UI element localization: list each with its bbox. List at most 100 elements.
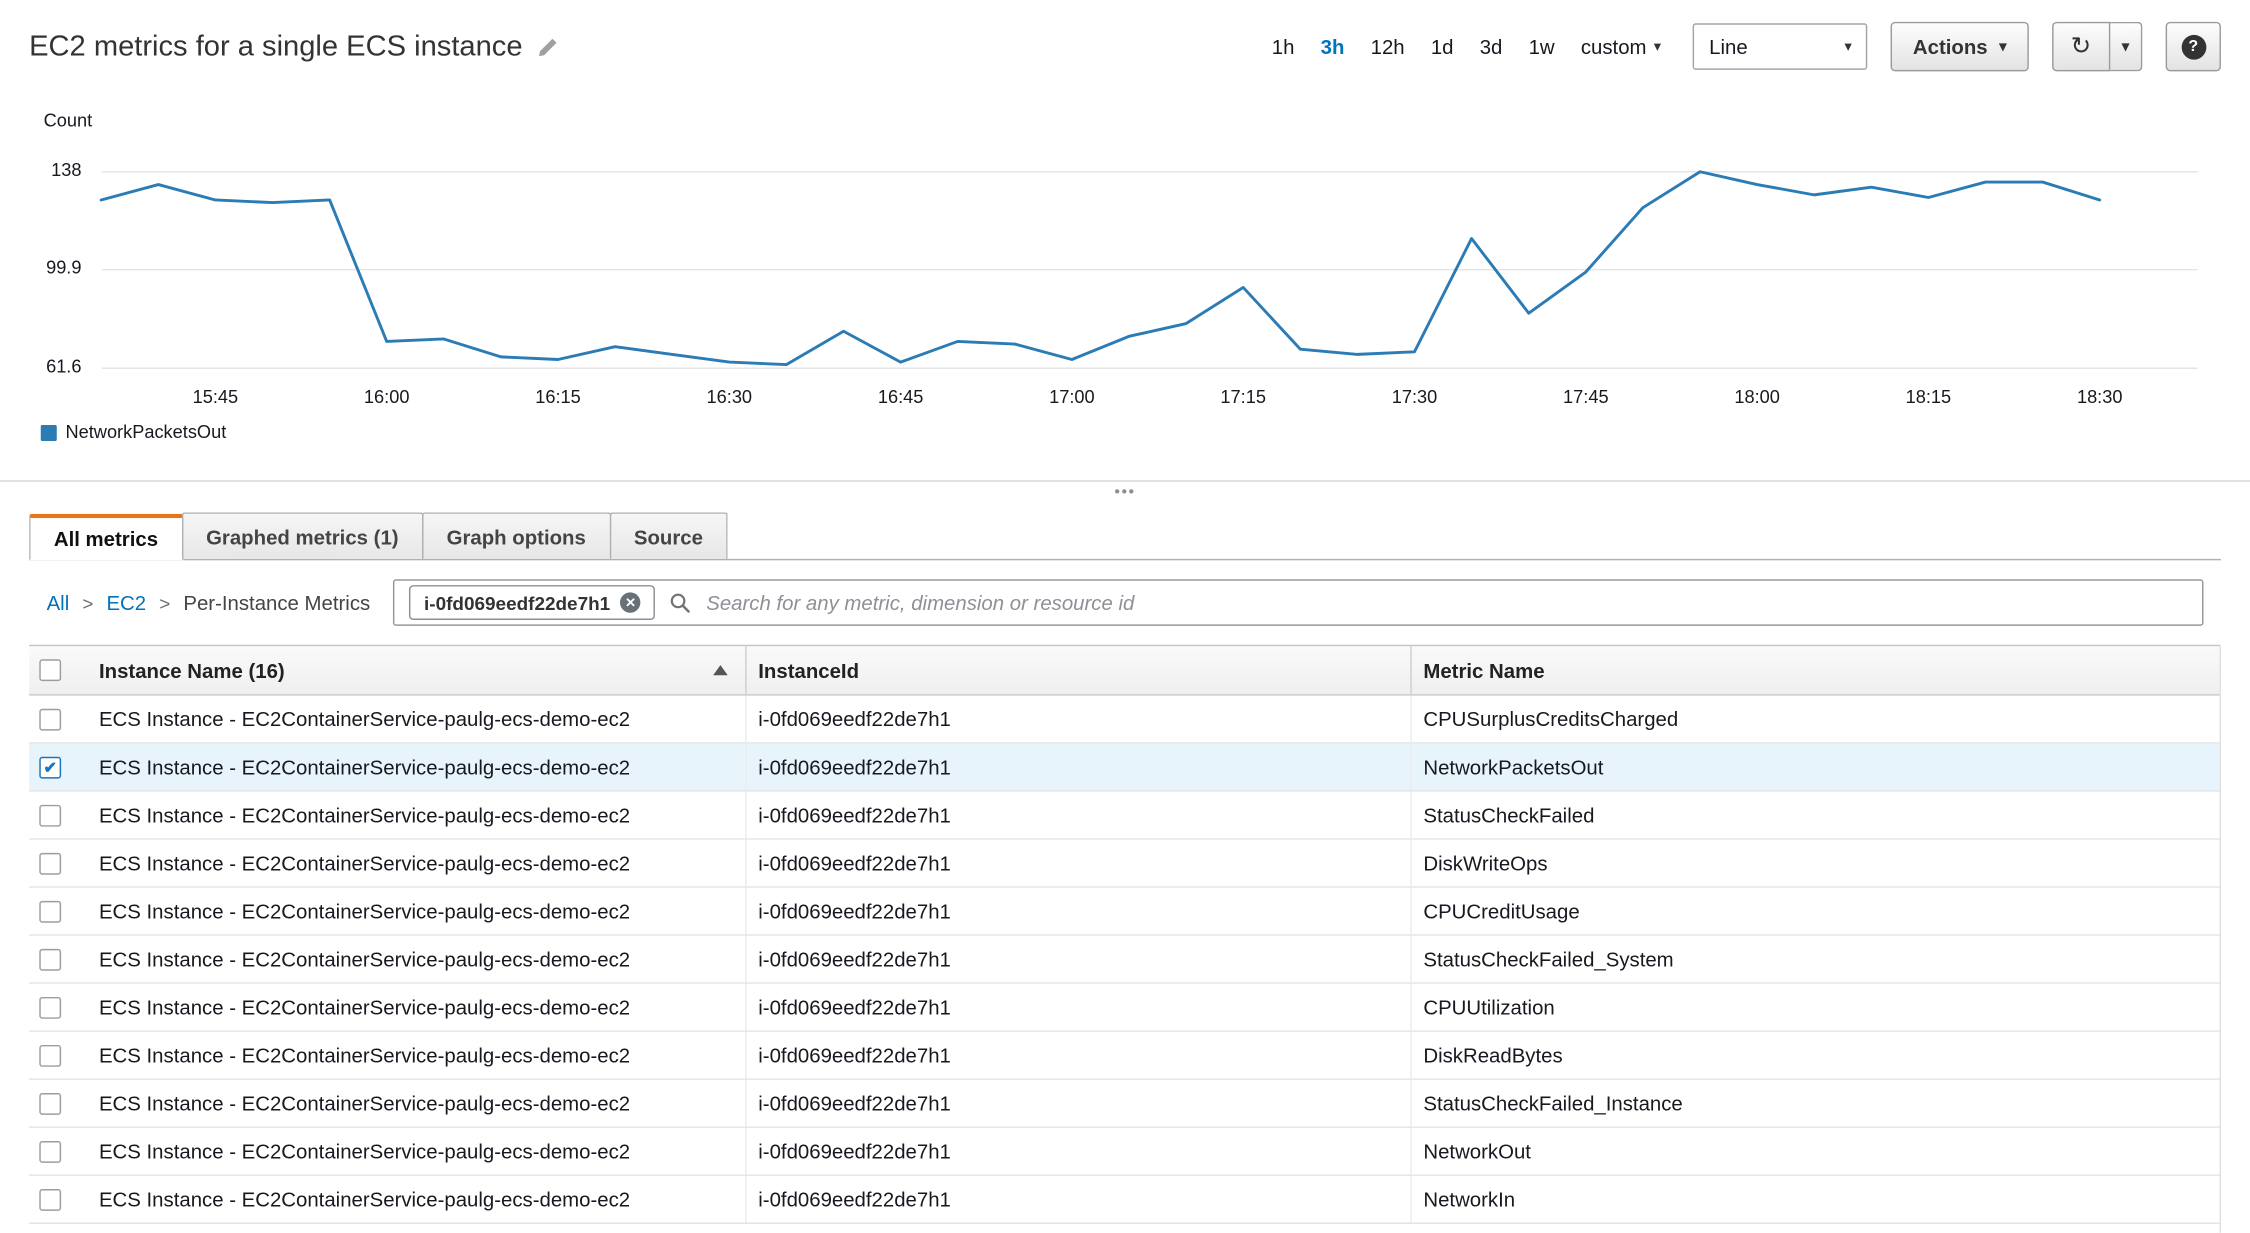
chevron-down-icon: ▾ bbox=[1999, 39, 2006, 55]
table-body: ECS Instance - EC2ContainerService-paulg… bbox=[29, 696, 2219, 1233]
chart-plot bbox=[102, 146, 2198, 393]
breadcrumb: All>EC2>Per-Instance Metrics bbox=[47, 591, 371, 614]
table-row[interactable]: ECS Instance - EC2ContainerService-paulg… bbox=[29, 1080, 2219, 1128]
row-checkbox[interactable] bbox=[39, 852, 61, 874]
tab-source[interactable]: Source bbox=[609, 512, 728, 559]
time-range-1h[interactable]: 1h bbox=[1272, 35, 1295, 58]
legend-swatch bbox=[41, 424, 57, 440]
filter-pill: i-0fd069eedf22de7h1 ✕ bbox=[409, 585, 655, 620]
row-checkbox[interactable] bbox=[39, 1092, 61, 1114]
header-checkbox-cell bbox=[29, 646, 87, 694]
table-row[interactable]: ECS Instance - EC2ContainerService-paulg… bbox=[29, 792, 2219, 840]
cell-instance-name: ECS Instance - EC2ContainerService-paulg… bbox=[87, 984, 746, 1031]
cell-metric-name: NetworkOut bbox=[1412, 1128, 2220, 1175]
table-row[interactable]: ECS Instance - EC2ContainerService-paulg… bbox=[29, 1032, 2219, 1080]
time-range-1w[interactable]: 1w bbox=[1529, 35, 1555, 58]
panel-divider: ••• bbox=[0, 480, 2250, 512]
table-row[interactable]: ECS Instance - EC2ContainerService-paulg… bbox=[29, 840, 2219, 888]
refresh-split-button: ↻ ▾ bbox=[2052, 22, 2143, 71]
cell-metric-name: DiskWriteOps bbox=[1412, 840, 2220, 887]
edit-title-icon[interactable] bbox=[537, 36, 559, 58]
row-checkbox-checked[interactable]: ✔ bbox=[39, 756, 61, 778]
row-checkbox[interactable] bbox=[39, 996, 61, 1018]
table-row[interactable]: ECS Instance - EC2ContainerService-paulg… bbox=[29, 1176, 2219, 1224]
table-row[interactable]: ECS Instance - EC2ContainerService-paulg… bbox=[29, 1128, 2219, 1176]
tab-graph-options[interactable]: Graph options bbox=[422, 512, 611, 559]
cell-instance-name: ECS Instance - EC2ContainerService-paulg… bbox=[87, 1128, 746, 1175]
metrics-browser-bar: All>EC2>Per-Instance Metrics i-0fd069eed… bbox=[29, 560, 2221, 644]
chart-type-value: Line bbox=[1709, 35, 1748, 58]
help-icon: ? bbox=[2181, 34, 2206, 59]
table-row[interactable]: ✔ECS Instance - EC2ContainerService-paul… bbox=[29, 744, 2219, 792]
table-row[interactable]: ECS Instance - EC2ContainerService-paulg… bbox=[29, 936, 2219, 984]
column-header-instance-name[interactable]: Instance Name (16) bbox=[87, 646, 746, 694]
x-axis-tick-label: 16:00 bbox=[364, 387, 410, 407]
row-checkbox[interactable] bbox=[39, 900, 61, 922]
cell-instance-id: i-0fd069eedf22de7h1 bbox=[747, 984, 1412, 1031]
chart-type-select[interactable]: Line ▾ bbox=[1693, 23, 1868, 70]
column-header-label: Instance Name (16) bbox=[99, 659, 285, 682]
tab-graphed-metrics-1[interactable]: Graphed metrics (1) bbox=[181, 512, 423, 559]
cell-instance-id: i-0fd069eedf22de7h1 bbox=[747, 696, 1412, 743]
custom-range-label: custom bbox=[1581, 35, 1647, 58]
metrics-table: Instance Name (16) InstanceId Metric Nam… bbox=[29, 645, 2221, 1233]
cell-instance-name: ECS Instance - EC2ContainerService-paulg… bbox=[87, 888, 746, 935]
x-axis-tick-label: 16:30 bbox=[707, 387, 753, 407]
row-checkbox[interactable] bbox=[39, 948, 61, 970]
table-header: Instance Name (16) InstanceId Metric Nam… bbox=[29, 645, 2219, 696]
sort-ascending-icon bbox=[713, 665, 728, 675]
select-all-checkbox[interactable] bbox=[39, 659, 61, 681]
breadcrumb-item-per-instance-metrics: Per-Instance Metrics bbox=[183, 591, 370, 614]
actions-button[interactable]: Actions ▾ bbox=[1891, 22, 2028, 71]
column-header-instance-id[interactable]: InstanceId bbox=[747, 646, 1412, 694]
time-range-group: 1h 3h 12h 1d 3d 1w bbox=[1246, 35, 1555, 58]
y-axis-title: Count bbox=[44, 111, 93, 131]
tab-all-metrics[interactable]: All metrics bbox=[29, 514, 183, 561]
table-row[interactable]: ECS Instance - EC2ContainerService-paulg… bbox=[29, 696, 2219, 744]
refresh-icon: ↻ bbox=[2071, 32, 2092, 61]
row-checkbox[interactable] bbox=[39, 708, 61, 730]
table-row[interactable]: ECS Instance - EC2ContainerService-paulg… bbox=[29, 984, 2219, 1032]
y-axis-tick-label: 61.6 bbox=[15, 357, 82, 377]
help-button[interactable]: ? bbox=[2166, 22, 2221, 71]
legend-item[interactable]: NetworkPacketsOut bbox=[41, 422, 227, 442]
row-checkbox-cell bbox=[29, 1080, 87, 1127]
breadcrumb-item-ec2[interactable]: EC2 bbox=[106, 591, 146, 614]
page-title: EC2 metrics for a single ECS instance bbox=[29, 30, 522, 63]
actions-label: Actions bbox=[1913, 35, 1988, 58]
time-range-1d[interactable]: 1d bbox=[1431, 35, 1454, 58]
row-checkbox[interactable] bbox=[39, 1044, 61, 1066]
cell-metric-name: CPUUtilization bbox=[1412, 984, 2220, 1031]
refresh-button[interactable]: ↻ bbox=[2052, 22, 2111, 71]
chevron-down-icon: ▾ bbox=[1844, 39, 1851, 55]
row-checkbox[interactable] bbox=[39, 1188, 61, 1210]
cell-instance-name: ECS Instance - EC2ContainerService-paulg… bbox=[87, 792, 746, 839]
refresh-options-button[interactable]: ▾ bbox=[2110, 22, 2142, 71]
time-range-3h[interactable]: 3h bbox=[1321, 35, 1345, 58]
x-axis-tick-label: 18:00 bbox=[1734, 387, 1780, 407]
table-row[interactable]: ECS Instance - EC2ContainerService-paulg… bbox=[29, 888, 2219, 936]
column-header-metric-name[interactable]: Metric Name bbox=[1412, 646, 2220, 694]
row-checkbox-cell bbox=[29, 840, 87, 887]
time-range-12h[interactable]: 12h bbox=[1371, 35, 1405, 58]
resize-handle-icon[interactable]: ••• bbox=[0, 482, 2250, 502]
chevron-down-icon: ▾ bbox=[2122, 39, 2129, 55]
cell-instance-name: ECS Instance - EC2ContainerService-paulg… bbox=[87, 1176, 746, 1223]
cell-instance-id: i-0fd069eedf22de7h1 bbox=[747, 840, 1412, 887]
cell-instance-name: ECS Instance - EC2ContainerService-paulg… bbox=[87, 1080, 746, 1127]
metric-filter-box: i-0fd069eedf22de7h1 ✕ bbox=[393, 579, 2203, 626]
cell-metric-name: DiskReadBytes bbox=[1412, 1032, 2220, 1079]
row-checkbox[interactable] bbox=[39, 804, 61, 826]
breadcrumb-item-all[interactable]: All bbox=[47, 591, 70, 614]
time-range-3d[interactable]: 3d bbox=[1480, 35, 1503, 58]
search-input[interactable] bbox=[706, 591, 2187, 614]
x-axis-tick-label: 17:15 bbox=[1220, 387, 1266, 407]
custom-range-dropdown[interactable]: custom ▾ bbox=[1581, 35, 1661, 58]
breadcrumb-separator-icon: > bbox=[159, 592, 170, 614]
row-checkbox[interactable] bbox=[39, 1140, 61, 1162]
remove-filter-icon[interactable]: ✕ bbox=[620, 592, 640, 612]
cell-instance-name: ECS Instance - EC2ContainerService-paulg… bbox=[87, 1032, 746, 1079]
cell-metric-name: NetworkPacketsOut bbox=[1412, 744, 2220, 791]
cell-instance-id: i-0fd069eedf22de7h1 bbox=[747, 1080, 1412, 1127]
row-checkbox-cell: ✔ bbox=[29, 744, 87, 791]
